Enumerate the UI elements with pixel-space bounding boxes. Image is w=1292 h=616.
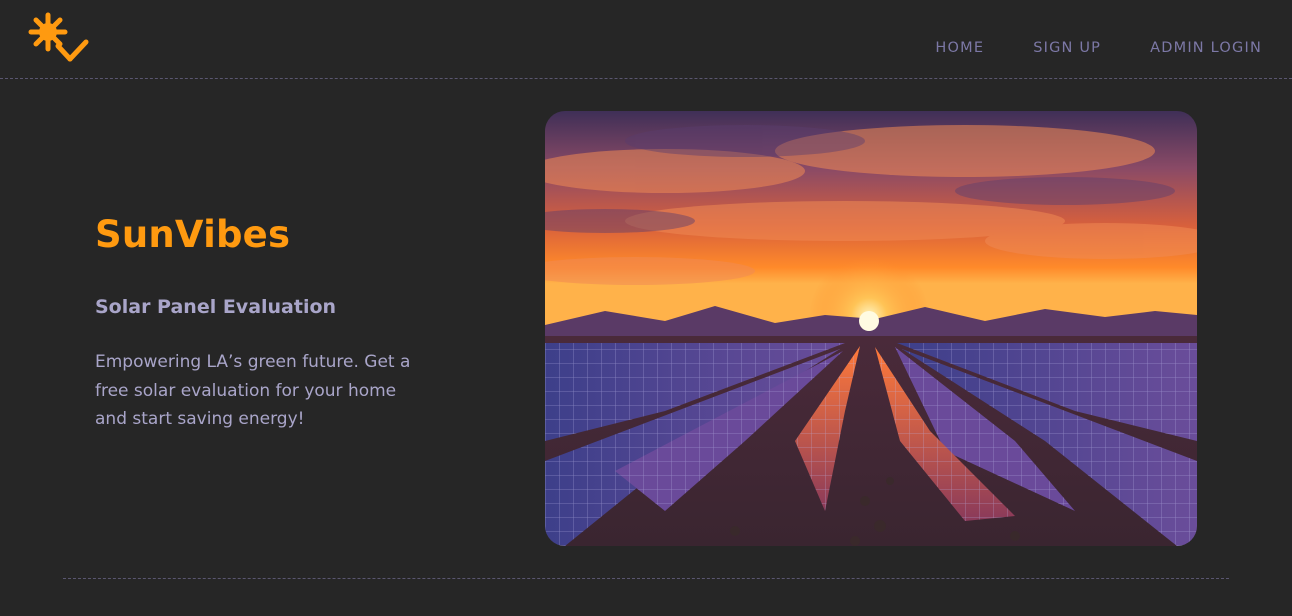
nav-sign-up-link[interactable]: SIGN UP — [1033, 40, 1101, 56]
site-header: HOME SIGN UP ADMIN LOGIN — [0, 0, 1292, 79]
sun-logo-icon[interactable] — [28, 12, 92, 66]
hero-subtitle: Solar Panel Evaluation — [95, 296, 337, 318]
main-nav: HOME SIGN UP ADMIN LOGIN — [886, 40, 1262, 56]
nav-admin-login-link[interactable]: ADMIN LOGIN — [1150, 40, 1262, 56]
section-divider — [63, 578, 1229, 579]
solar-farm-sunset-image — [545, 111, 1197, 546]
hero-title: SunVibes — [95, 213, 291, 256]
nav-home-link[interactable]: HOME — [935, 40, 984, 56]
hero-description: Empowering LA’s green future. Get a free… — [95, 352, 411, 429]
